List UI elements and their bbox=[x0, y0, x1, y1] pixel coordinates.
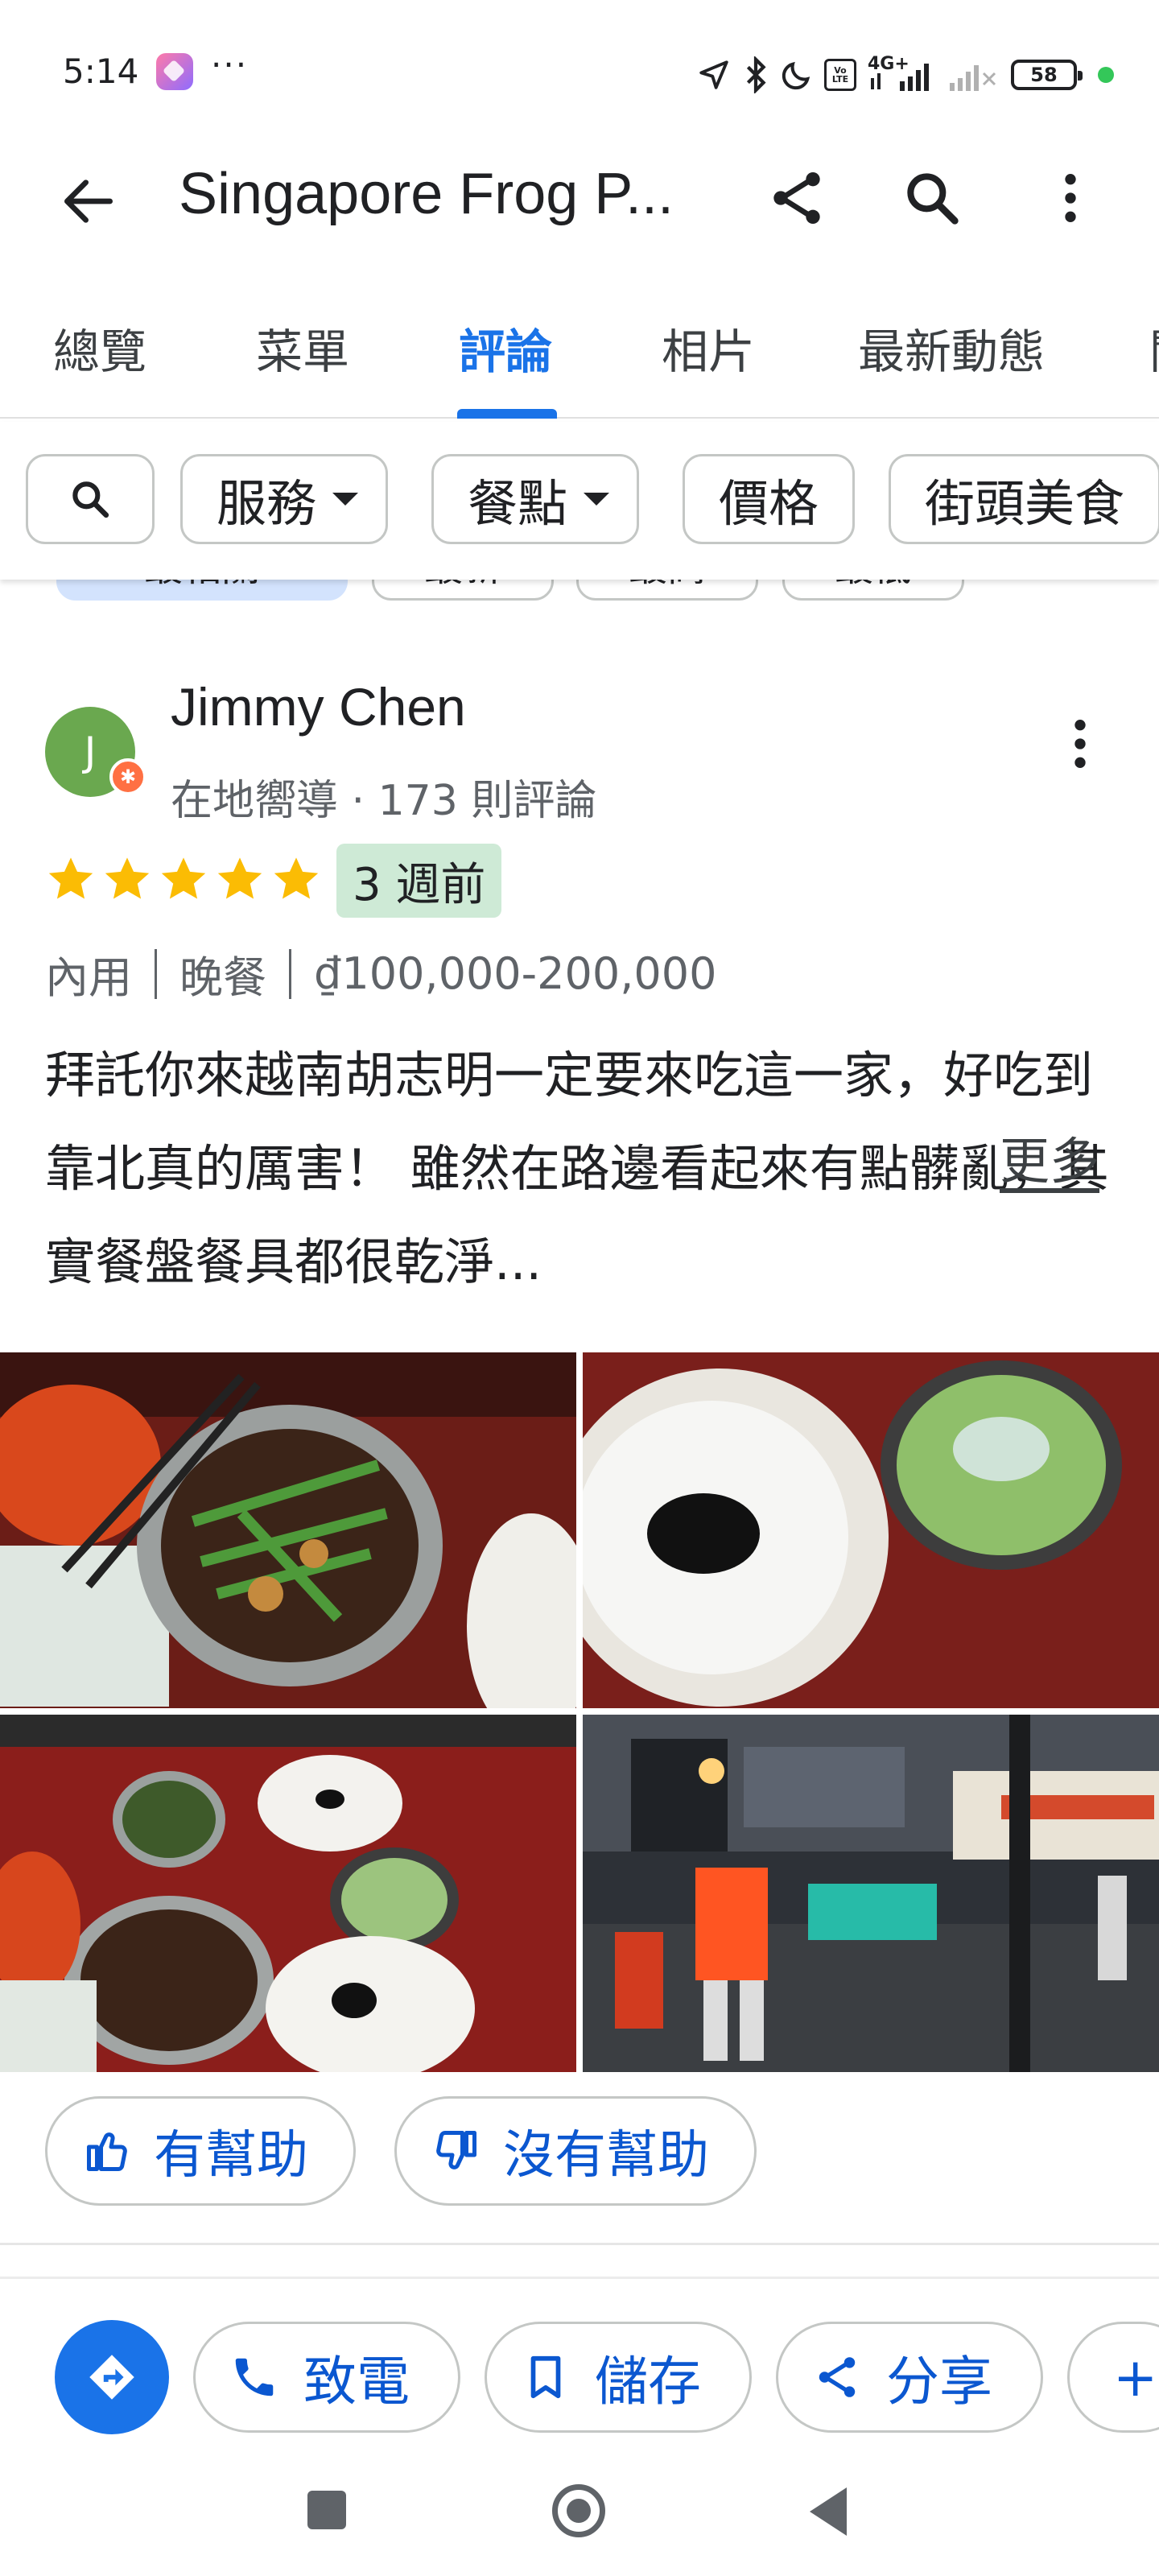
star-rating bbox=[45, 853, 322, 905]
share-icon bbox=[819, 2357, 856, 2397]
active-tab-indicator bbox=[457, 409, 557, 419]
review-time-badge: 3 週前 bbox=[336, 844, 502, 918]
tab-about[interactable]: 關 bbox=[1149, 314, 1159, 382]
not-helpful-label: 沒有幫助 bbox=[503, 2126, 709, 2186]
helpful-button[interactable]: 有幫助 bbox=[45, 2096, 356, 2206]
directions-icon bbox=[89, 2355, 134, 2400]
status-time: 5:14 bbox=[63, 52, 139, 91]
visit-price-range: ₫100,000-200,000 bbox=[314, 948, 717, 999]
filter-chip-price[interactable]: 價格 bbox=[683, 454, 856, 544]
search-icon bbox=[72, 481, 109, 518]
review-search-chip[interactable] bbox=[26, 454, 155, 544]
not-helpful-button[interactable]: 沒有幫助 bbox=[394, 2096, 757, 2206]
filter-chip-label: 服務 bbox=[217, 474, 317, 533]
divider bbox=[0, 2277, 1159, 2279]
directions-button[interactable] bbox=[55, 2320, 169, 2434]
share-label: 分享 bbox=[886, 2351, 992, 2413]
visit-service-type: 內用 bbox=[45, 952, 132, 1003]
star-icon bbox=[105, 857, 150, 899]
search-icon[interactable] bbox=[900, 166, 964, 230]
dropdown-caret-icon bbox=[332, 493, 359, 506]
share-button[interactable]: 分享 bbox=[776, 2322, 1043, 2433]
frog-clay-pot-photo[interactable] bbox=[0, 1352, 576, 1708]
status-bar: 5:14 ··· Vo LTE 4G+ 58 bbox=[0, 0, 1159, 121]
filter-chip-label: 街頭美食 bbox=[925, 474, 1125, 533]
system-navigation-bar bbox=[0, 2455, 1159, 2576]
tab-updates[interactable]: 最新動態 bbox=[858, 314, 1045, 382]
place-title: Singapore Frog P... bbox=[179, 162, 674, 226]
call-label: 致電 bbox=[303, 2351, 410, 2413]
add-label: + bbox=[1113, 2346, 1158, 2409]
divider bbox=[0, 2243, 1159, 2245]
recent-apps-icon[interactable] bbox=[307, 2491, 346, 2529]
review-text: 拜託你來越南胡志明一定要來吃這一家，好吃到靠北真的厲害！ 雖然在路邊看起來有點髒… bbox=[45, 1046, 1109, 1291]
star-icon bbox=[274, 857, 319, 899]
back-triangle-icon[interactable] bbox=[810, 2487, 847, 2536]
tab-photos[interactable]: 相片 bbox=[662, 314, 755, 382]
more-vert-icon[interactable] bbox=[1038, 166, 1103, 230]
divider bbox=[155, 948, 157, 999]
location-arrow-icon bbox=[699, 60, 728, 89]
bottom-action-bar: 致電 儲存 分享 + bbox=[0, 2302, 1159, 2439]
privacy-indicator-dot bbox=[1098, 67, 1114, 83]
reviewer-meta: 在地嚮導 · 173 則評論 bbox=[171, 777, 597, 825]
bluetooth-icon bbox=[746, 56, 766, 93]
tab-reviews[interactable]: 評論 bbox=[459, 314, 552, 382]
status-overflow: ··· bbox=[211, 45, 249, 85]
visit-details: 內用 晚餐 ₫100,000-200,000 bbox=[45, 942, 716, 1005]
phone-icon bbox=[235, 2358, 274, 2396]
save-button[interactable]: 儲存 bbox=[485, 2322, 752, 2433]
visit-meal-type: 晚餐 bbox=[179, 952, 266, 1003]
bookmark-icon bbox=[530, 2355, 561, 2399]
tab-overview[interactable]: 總覽 bbox=[53, 314, 146, 382]
table-spread-photo[interactable] bbox=[0, 1715, 576, 2072]
review-filter-chips: 服務 餐點 價格 街頭美食 bbox=[0, 422, 1159, 580]
local-guide-badge-icon: ✱ bbox=[109, 758, 146, 795]
app-bar: Singapore Frog P... bbox=[0, 137, 1159, 258]
save-label: 儲存 bbox=[595, 2351, 701, 2413]
filter-chip-label: 餐點 bbox=[468, 474, 568, 533]
thumb-up-icon bbox=[87, 2132, 127, 2171]
star-icon bbox=[217, 857, 262, 899]
add-button[interactable]: + bbox=[1067, 2322, 1159, 2433]
review-more-vert-icon[interactable] bbox=[1048, 712, 1112, 776]
reviewer-name[interactable]: Jimmy Chen bbox=[171, 676, 466, 737]
helpful-label: 有幫助 bbox=[154, 2126, 308, 2186]
street-night-photo[interactable] bbox=[583, 1715, 1159, 2072]
app-notification-icon bbox=[156, 53, 193, 90]
back-arrow-icon[interactable] bbox=[56, 169, 121, 233]
signal-2-icon bbox=[950, 65, 996, 91]
dropdown-caret-icon bbox=[584, 493, 610, 506]
place-tabs: 總覽 菜單 評論 相片 最新動態 關 bbox=[0, 290, 1159, 419]
home-icon[interactable] bbox=[552, 2484, 605, 2537]
review-photos bbox=[0, 1352, 1159, 2072]
signal-icon: 4G+ bbox=[868, 56, 937, 93]
congee-bowl-photo[interactable] bbox=[583, 1352, 1159, 1708]
star-icon bbox=[48, 857, 93, 899]
moon-icon bbox=[782, 61, 810, 90]
helpful-row: 有幫助 沒有幫助 bbox=[0, 2096, 1159, 2209]
filter-chip-food[interactable]: 餐點 bbox=[431, 454, 640, 544]
volte-icon: Vo LTE bbox=[824, 59, 856, 91]
review-more-link[interactable]: 更多 bbox=[1000, 1121, 1099, 1193]
share-icon[interactable] bbox=[765, 166, 829, 230]
thumb-down-icon bbox=[436, 2131, 476, 2169]
battery-icon: 58 bbox=[1011, 60, 1083, 90]
star-icon bbox=[161, 857, 206, 899]
call-button[interactable]: 致電 bbox=[193, 2322, 460, 2433]
filter-chip-service[interactable]: 服務 bbox=[180, 454, 389, 544]
filter-chip-street-food[interactable]: 街頭美食 bbox=[889, 454, 1159, 544]
status-icons: Vo LTE 4G+ 58 bbox=[697, 55, 1114, 95]
filter-chip-label: 價格 bbox=[719, 474, 819, 533]
divider bbox=[289, 948, 291, 999]
tab-menu[interactable]: 菜單 bbox=[256, 314, 349, 382]
